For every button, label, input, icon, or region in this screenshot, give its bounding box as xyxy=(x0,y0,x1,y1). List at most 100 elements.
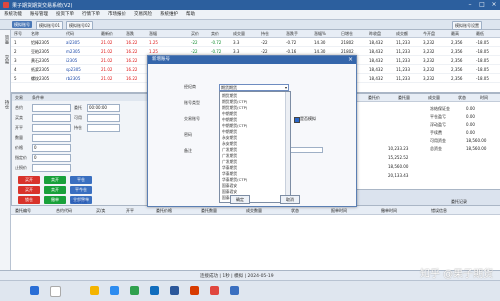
table-cell: -0.16 xyxy=(286,49,297,54)
taskbar xyxy=(0,280,500,301)
menu-item-risk[interactable]: 交易风险 xyxy=(134,11,152,17)
table-cell: 豆粕2305 xyxy=(31,49,50,54)
col-header: 涨幅% xyxy=(314,31,326,36)
word-icon[interactable] xyxy=(170,286,179,295)
table-cell: 14.30 xyxy=(314,40,326,45)
summary-label: 浮动盈亏 xyxy=(430,122,446,127)
table-cell: 螺纹2305 xyxy=(31,76,50,81)
table-cell: 3,232 xyxy=(423,40,435,45)
ok-button[interactable]: 确定 xyxy=(230,195,250,204)
order-field-input[interactable] xyxy=(32,124,71,132)
order-action-button[interactable]: 买开 xyxy=(18,176,40,184)
col-header: 委托量 xyxy=(398,95,410,100)
tab-account-2[interactable]: 模拟账号02 xyxy=(66,21,94,30)
summary-label: 平仓盈亏 xyxy=(430,114,446,119)
summary-label: 冻结保证金 xyxy=(430,106,450,111)
side-tab-trade[interactable]: 交易 xyxy=(1,55,9,64)
menu-item-quote-order[interactable]: 行情下单 xyxy=(82,11,100,17)
table-cell: 21.02 xyxy=(101,49,113,54)
order-field-input[interactable]: 0 xyxy=(32,154,71,162)
menu-item-system[interactable]: 系统功能 xyxy=(4,11,22,17)
order-field-label: 指定价 xyxy=(15,155,27,160)
watermark: 知乎 @果子期货 xyxy=(420,269,494,280)
folder-icon[interactable] xyxy=(90,286,99,295)
close-icon[interactable]: × xyxy=(488,0,500,10)
order-field-input[interactable]: 0 xyxy=(32,144,71,152)
minimize-icon[interactable]: – xyxy=(464,0,476,10)
add-account-dialog: 新增账号 × 经纪商 账号类型 交易账号 密码 备注 期货期货 ▾ 期货期货 期货… xyxy=(147,55,357,207)
table-cell: 21.02 xyxy=(101,67,113,72)
futures-app-icon[interactable] xyxy=(210,286,219,295)
summary-value: 18,560.00 xyxy=(466,146,487,151)
col-header: 撤单时间 xyxy=(381,208,397,213)
table-cell: -18.05 xyxy=(476,49,489,54)
broker-select[interactable]: 期货期货 ▾ xyxy=(219,84,289,91)
menu-item-account[interactable]: 账号管理 xyxy=(30,11,48,17)
col-header: 代码 xyxy=(66,31,74,36)
table-cell: -22 xyxy=(261,49,268,54)
col-header: 买/卖 xyxy=(96,208,106,213)
quote-row[interactable]: 1 铝棒2305 al2305 21.02 16.22 1.25 -22 -0.72 3.3 -2… xyxy=(11,38,500,47)
maximize-icon[interactable]: □ xyxy=(476,0,488,10)
col-header: 昨收盘 xyxy=(369,31,381,36)
label-remark: 备注 xyxy=(184,148,192,153)
dialog-close-icon[interactable]: × xyxy=(348,56,353,64)
tab-account-0[interactable]: 模拟账号 xyxy=(12,21,32,28)
table-cell: i2305 xyxy=(66,58,78,63)
order-field-input[interactable] xyxy=(32,164,71,172)
account-settings-tab[interactable]: 模拟账号设置 xyxy=(452,21,482,30)
table-cell: -18.05 xyxy=(476,58,489,63)
order-action-button[interactable]: 平仓 xyxy=(70,176,92,184)
table-cell: 11,233 xyxy=(396,40,410,45)
order-field-input[interactable] xyxy=(32,104,71,112)
side-tab-position[interactable]: 持仓 xyxy=(1,100,9,109)
col-header: 成交量 xyxy=(233,31,245,36)
order-action-button[interactable]: 卖开 xyxy=(44,186,66,194)
table-cell: 11,233 xyxy=(396,49,410,54)
table-cell: 14.30 xyxy=(314,49,326,54)
search-icon[interactable] xyxy=(50,286,61,297)
order-field-input[interactable] xyxy=(32,114,71,122)
col-header: 开平 xyxy=(126,208,134,213)
terminal-icon[interactable] xyxy=(230,286,239,295)
table-cell: 21802 xyxy=(341,49,354,54)
tab-order-conditional[interactable]: 条件单 xyxy=(32,95,44,101)
order-action-button[interactable]: 买开 xyxy=(18,186,40,194)
table-cell: 2 xyxy=(14,49,17,54)
menu-item-order[interactable]: 投资下单 xyxy=(56,11,74,17)
table-cell: 黄石2305 xyxy=(31,58,50,63)
table-cell: 21.02 xyxy=(101,76,113,81)
start-icon[interactable] xyxy=(30,286,39,295)
amount-value: 15,252.52 xyxy=(388,155,409,160)
app-icon[interactable] xyxy=(130,286,139,295)
tab-account-1[interactable]: 模拟账号01 xyxy=(36,21,64,30)
table-cell: 18,432 xyxy=(369,40,383,45)
table-cell: 3,232 xyxy=(423,58,435,63)
mail-icon[interactable] xyxy=(150,286,159,295)
cancel-button[interactable]: 取消 xyxy=(280,195,300,204)
order-action-button[interactable]: 平今仓 xyxy=(70,186,92,194)
col-header: 报单时间 xyxy=(331,208,347,213)
table-cell: -22 xyxy=(261,40,268,45)
dropdown-scrollbar[interactable] xyxy=(285,92,290,202)
order-field-input[interactable] xyxy=(32,134,71,142)
broker-dropdown-list: 期货期货 期货期货(CTP) 期货期货(CTP) 中期期货 中期期货 中期期货(CTP) 中… xyxy=(219,91,291,203)
side-tab-funds[interactable]: 资金 xyxy=(1,35,9,44)
tab-order-trade[interactable]: 交易 xyxy=(15,95,23,101)
table-cell: al2305 xyxy=(66,40,80,45)
summary-label: 可用资金 xyxy=(430,138,446,143)
menu-item-help[interactable]: 帮助 xyxy=(186,11,195,17)
order-action-button[interactable]: 锁仓 xyxy=(18,196,40,204)
edge-icon[interactable] xyxy=(110,286,119,295)
summary-value: 18,560.00 xyxy=(466,138,487,143)
order-action-button[interactable]: 撤单 xyxy=(44,196,66,204)
order-info-value xyxy=(87,124,120,132)
col-header: 名称 xyxy=(31,31,39,36)
order-action-button[interactable]: 卖开 xyxy=(44,176,66,184)
order-field-label: 止损价 xyxy=(15,165,27,170)
table-cell: 2,356 xyxy=(451,76,463,81)
menu-item-maintain[interactable]: 系统维护 xyxy=(160,11,178,17)
menu-item-market[interactable]: 市场报价 xyxy=(108,11,126,17)
powerpoint-icon[interactable] xyxy=(190,286,199,295)
label-broker: 经纪商 xyxy=(184,84,196,89)
